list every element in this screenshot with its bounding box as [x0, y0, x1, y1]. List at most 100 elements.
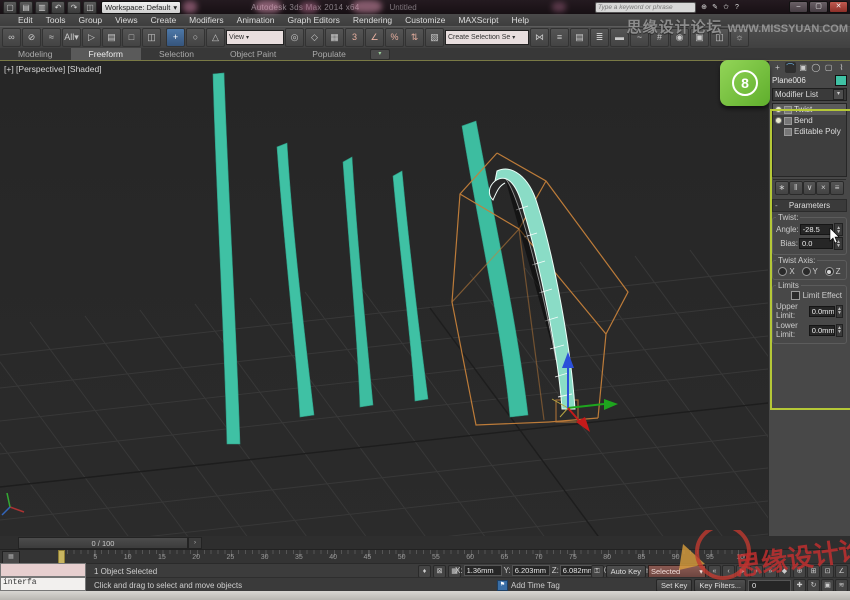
close-button[interactable]: ✕	[829, 1, 848, 13]
selection-region-button[interactable]: □	[122, 28, 141, 47]
lightbulb-icon[interactable]	[775, 117, 782, 124]
restore-button[interactable]: ▢	[809, 1, 828, 13]
unlink-selection-button[interactable]: ⊘	[22, 28, 41, 47]
menu-item[interactable]: Modifiers	[189, 15, 223, 25]
make-unique-button[interactable]: ∨	[803, 181, 817, 195]
time-slider[interactable]: 0 / 100	[18, 537, 188, 549]
use-pivot-center-button[interactable]: ◎	[285, 28, 304, 47]
angle-snap-button[interactable]: ∠	[365, 28, 384, 47]
menu-item[interactable]: Views	[115, 15, 138, 25]
ribbon-tab[interactable]: Populate	[294, 48, 364, 60]
menu-item[interactable]: Animation	[237, 15, 275, 25]
select-and-rotate-button[interactable]: ○	[186, 28, 205, 47]
render-production-button[interactable]: ☼	[730, 28, 749, 47]
x-coordinate-input[interactable]: 1.36mm	[464, 565, 502, 576]
mirror-button[interactable]: ⋈	[530, 28, 549, 47]
ribbon-tab[interactable]: Object Paint	[212, 48, 294, 60]
communication-center-icon[interactable]: ✎	[710, 3, 720, 13]
axis-radio[interactable]: Z	[825, 267, 841, 276]
timeline-ruler[interactable]: 5101520253035404550556065707580859095100	[60, 550, 745, 564]
menu-item[interactable]: Rendering	[353, 15, 392, 25]
selection-set-dropdown[interactable]: Create Selection Se ▾	[445, 30, 529, 45]
hierarchy-tab-icon[interactable]: ▣	[798, 62, 809, 73]
add-time-tag[interactable]: ⚑ Add Time Tag	[497, 580, 560, 591]
select-and-manipulate-button[interactable]: ◇	[305, 28, 324, 47]
align-button[interactable]: ≡	[550, 28, 569, 47]
object-name-field[interactable]: Plane006	[772, 76, 806, 85]
rendered-frame-button[interactable]: ◫	[710, 28, 729, 47]
menu-item[interactable]: Customize	[405, 15, 445, 25]
menu-item[interactable]: Create	[151, 15, 177, 25]
upper-limit-spinner[interactable]: ▲▼	[836, 305, 843, 318]
select-object-button[interactable]: ▷	[82, 28, 101, 47]
axis-radio[interactable]: X	[778, 267, 794, 276]
next-frame-arrow[interactable]: ›	[188, 537, 202, 549]
create-tab-icon[interactable]: +	[772, 62, 783, 73]
axis-radio[interactable]: Y	[802, 267, 818, 276]
show-end-result-button[interactable]: ‖	[789, 181, 803, 195]
modifier-stack-item[interactable]: Twist	[773, 104, 846, 115]
ribbon-tab[interactable]: Freeform	[71, 48, 141, 60]
bias-input[interactable]: 0.0	[799, 238, 833, 249]
utilities-tab-icon[interactable]: ⌇	[836, 62, 847, 73]
material-editor-button[interactable]: ◉	[670, 28, 689, 47]
parameters-rollout-header[interactable]: - Parameters	[772, 199, 847, 212]
modifier-list-dropdown[interactable]: Modifier List ▾	[772, 88, 847, 101]
menu-item[interactable]: Edit	[18, 15, 33, 25]
menu-item[interactable]: Tools	[46, 15, 66, 25]
menu-item[interactable]: MAXScript	[458, 15, 498, 25]
ribbon-options-dropdown[interactable]: ▾	[370, 49, 390, 60]
remove-modifier-button[interactable]: ×	[816, 181, 830, 195]
percent-snap-button[interactable]: %	[385, 28, 404, 47]
limit-effect-checkbox[interactable]	[791, 291, 800, 300]
project-folder-icon[interactable]: ◫	[83, 1, 97, 14]
open-file-icon[interactable]: ▤	[19, 1, 33, 14]
workspace-dropdown[interactable]: Workspace: Default ▾	[101, 1, 181, 14]
search-help-icon[interactable]: ⊕	[699, 3, 709, 13]
bind-to-space-warp-button[interactable]: ≈	[42, 28, 61, 47]
track-bar[interactable]: ▦ 51015202530354045505560657075808590951…	[0, 549, 850, 563]
lower-limit-input[interactable]: 0.0mm	[809, 325, 835, 336]
curve-editor-button[interactable]: ~	[630, 28, 649, 47]
modifier-stack-item[interactable]: Bend	[773, 115, 846, 126]
named-selection-sets-button[interactable]: ▧	[425, 28, 444, 47]
spinner-snap-button[interactable]: ⇅	[405, 28, 424, 47]
modify-tab-icon[interactable]: ⌒	[785, 62, 796, 73]
upper-limit-input[interactable]: 0.0mm	[809, 306, 835, 317]
scene-explorer-button[interactable]: ▤	[570, 28, 589, 47]
current-frame-input[interactable]: 0	[748, 580, 791, 592]
menu-item[interactable]: Help	[511, 15, 528, 25]
schematic-view-button[interactable]: #	[650, 28, 669, 47]
perspective-viewport[interactable]: [+] [Perspective] [Shaded]	[0, 60, 768, 536]
select-and-link-button[interactable]: ∞	[2, 28, 21, 47]
undo-icon[interactable]: ↶	[51, 1, 65, 14]
window-crossing-button[interactable]: ◫	[142, 28, 161, 47]
snap-toggle-button[interactable]: 3	[345, 28, 364, 47]
maxscript-listener-field[interactable]: interfa	[0, 577, 86, 591]
redo-icon[interactable]: ↷	[67, 1, 81, 14]
favorites-icon[interactable]: ✩	[721, 3, 731, 13]
select-and-scale-button[interactable]: △	[206, 28, 225, 47]
display-tab-icon[interactable]: ▢	[823, 62, 834, 73]
select-by-name-button[interactable]: ▤	[102, 28, 121, 47]
object-color-swatch[interactable]	[835, 75, 847, 86]
help-icon[interactable]: ?	[732, 3, 742, 13]
save-file-icon[interactable]: ▥	[35, 1, 49, 14]
modifier-stack-item[interactable]: Editable Poly	[773, 126, 846, 137]
reference-coordinate-dropdown[interactable]: View ▾	[226, 30, 284, 45]
new-scene-icon[interactable]: ▢	[3, 1, 17, 14]
select-and-move-button[interactable]: +	[166, 28, 185, 47]
lightbulb-icon[interactable]	[775, 106, 782, 113]
render-setup-button[interactable]: ▣	[690, 28, 709, 47]
motion-tab-icon[interactable]: ◯	[810, 62, 821, 73]
search-input[interactable]: Type a keyword or phrase	[595, 2, 696, 13]
menu-item[interactable]: Graph Editors	[287, 15, 339, 25]
ribbon-tab[interactable]: Selection	[141, 48, 212, 60]
y-coordinate-input[interactable]: 6.203mm	[512, 565, 550, 576]
viewport-label[interactable]: [+] [Perspective] [Shaded]	[4, 64, 102, 74]
configure-modifier-sets-button[interactable]: ≡	[830, 181, 844, 195]
layer-manager-button[interactable]: ≣	[590, 28, 609, 47]
keyboard-override-button[interactable]: ▦	[325, 28, 344, 47]
pin-stack-button[interactable]: ∗	[775, 181, 789, 195]
minimize-button[interactable]: –	[789, 1, 808, 13]
